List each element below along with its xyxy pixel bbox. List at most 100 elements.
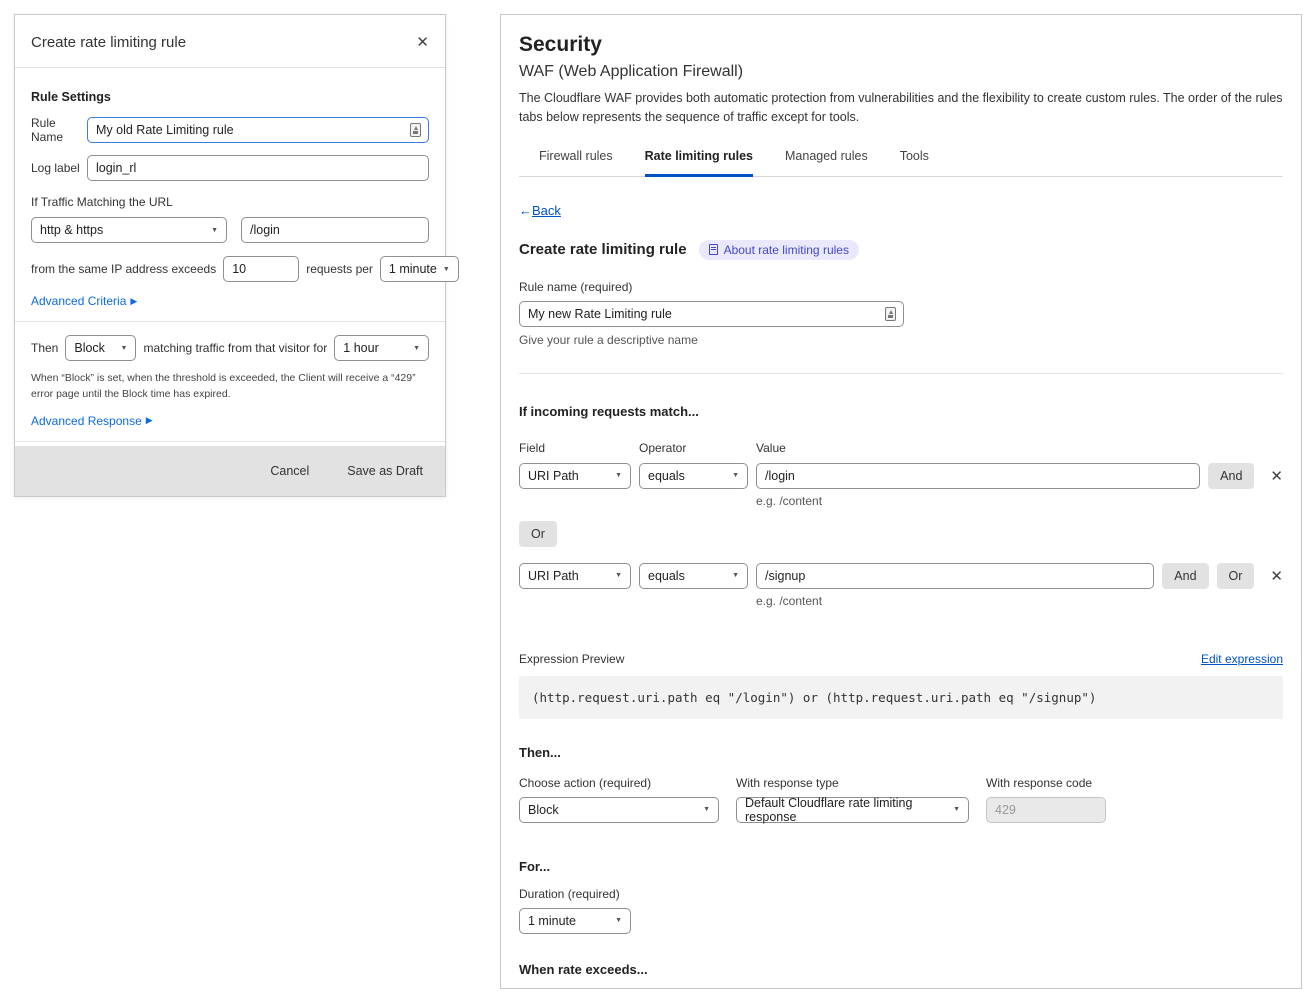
screenshot-canvas: Create rate limiting rule ✕ Rule Setting…: [0, 0, 1316, 1003]
then-row: Then Block ▼ matching traffic from that …: [31, 335, 429, 361]
rule-name-hint: Give your rule a descriptive name: [519, 333, 1283, 347]
log-label-input[interactable]: [87, 155, 429, 181]
response-type-select[interactable]: Default Cloudflare rate limiting respons…: [736, 797, 969, 823]
chevron-down-icon: ▼: [211, 227, 218, 234]
rule-name-row: Rule Name: [31, 116, 429, 144]
dialog-titlebar: Create rate limiting rule ✕: [15, 15, 445, 68]
block-duration-select[interactable]: 1 hour ▼: [334, 335, 429, 361]
expression-preview-label: Expression Preview: [519, 652, 624, 666]
doc-icon: [709, 244, 718, 255]
url-match-row: http & https ▼: [31, 217, 429, 243]
then-labels-row: Choose action (required) With response t…: [519, 776, 1283, 790]
edit-expression-link[interactable]: Edit expression: [1201, 652, 1283, 666]
threshold-prefix-text: from the same IP address exceeds: [31, 262, 216, 276]
log-label-row: Log label: [31, 155, 429, 181]
rule-name-input[interactable]: [519, 301, 904, 327]
then-section-title: Then...: [519, 745, 1283, 760]
response-type-label: With response type: [736, 776, 986, 790]
old-rate-limiting-dialog: Create rate limiting rule ✕ Rule Setting…: [14, 14, 446, 497]
tab-firewall-rules[interactable]: Firewall rules: [539, 143, 613, 176]
save-as-draft-button[interactable]: Save as Draft: [347, 464, 423, 478]
match-section-title: If incoming requests match...: [519, 404, 1283, 419]
caret-right-icon: ▶: [130, 296, 137, 307]
response-code-input: [986, 797, 1106, 823]
threshold-input[interactable]: [223, 256, 299, 282]
block-note-text: When “Block” is set, when the threshold …: [31, 371, 423, 403]
duration-select[interactable]: 1 minute ▼: [519, 908, 631, 934]
value-input[interactable]: [756, 463, 1200, 489]
chevron-down-icon: ▼: [732, 572, 739, 579]
value-column-label: Value: [756, 441, 786, 455]
advanced-response-link[interactable]: Advanced Response ▶: [31, 414, 153, 428]
form-title: Create rate limiting rule: [519, 241, 687, 258]
chevron-down-icon: ▼: [615, 572, 622, 579]
waf-security-panel: Security WAF (Web Application Firewall) …: [500, 14, 1302, 989]
then-label: Then: [31, 341, 58, 355]
action-select[interactable]: Block ▼: [65, 335, 136, 361]
threshold-row: from the same IP address exceeds request…: [31, 256, 429, 282]
response-code-label: With response code: [986, 776, 1092, 790]
value-hint: e.g. /content: [756, 494, 1283, 508]
rule-name-label: Rule Name: [31, 116, 87, 144]
or-button[interactable]: Or: [519, 521, 557, 547]
chevron-down-icon: ▼: [615, 472, 622, 479]
tab-tools[interactable]: Tools: [900, 143, 929, 176]
form-title-row: Create rate limiting rule About rate lim…: [519, 240, 1283, 260]
page-description: The Cloudflare WAF provides both automat…: [519, 89, 1283, 127]
tab-managed-rules[interactable]: Managed rules: [785, 143, 868, 176]
then-middle-text: matching traffic from that visitor for: [143, 341, 327, 355]
rule-name-label: Rule name (required): [519, 280, 1283, 294]
choose-action-select[interactable]: Block ▼: [519, 797, 719, 823]
operator-select[interactable]: equals ▼: [639, 463, 748, 489]
or-row: Or: [519, 521, 1283, 547]
field-select[interactable]: URI Path ▼: [519, 463, 631, 489]
divider: [15, 321, 445, 322]
page-subtitle: WAF (Web Application Firewall): [519, 63, 1283, 81]
dialog-footer: Cancel Save as Draft: [15, 446, 445, 496]
expression-code: (http.request.uri.path eq "/login") or (…: [519, 676, 1283, 719]
back-link[interactable]: ←Back: [519, 203, 561, 218]
rate-section-title: When rate exceeds...: [519, 962, 1283, 977]
field-column-label: Field: [519, 441, 639, 455]
dialog-title: Create rate limiting rule: [31, 34, 186, 51]
url-input[interactable]: [241, 217, 429, 243]
autofill-icon[interactable]: [885, 307, 896, 321]
rule-name-block: Rule name (required) Give your rule a de…: [519, 280, 1283, 347]
traffic-match-label: If Traffic Matching the URL: [31, 195, 429, 209]
for-section-title: For...: [519, 859, 1283, 874]
chevron-down-icon: ▼: [121, 345, 128, 352]
scheme-select[interactable]: http & https ▼: [31, 217, 227, 243]
advanced-criteria-link[interactable]: Advanced Criteria ▶: [31, 294, 137, 308]
dialog-body: Rule Settings Rule Name Log label If Tra…: [15, 68, 445, 469]
value-input[interactable]: [756, 563, 1154, 589]
value-hint: e.g. /content: [756, 594, 1283, 608]
and-button[interactable]: And: [1208, 463, 1254, 489]
and-button[interactable]: And: [1162, 563, 1208, 589]
operator-column-label: Operator: [639, 441, 756, 455]
chevron-down-icon: ▼: [703, 806, 710, 813]
arrow-left-icon: ←: [519, 203, 532, 218]
about-rate-limiting-badge[interactable]: About rate limiting rules: [699, 240, 859, 260]
chevron-down-icon: ▼: [443, 266, 450, 273]
duration-label: Duration (required): [519, 887, 1283, 901]
remove-condition-icon[interactable]: ✕: [1270, 467, 1283, 485]
log-label-label: Log label: [31, 161, 87, 175]
field-select[interactable]: URI Path ▼: [519, 563, 631, 589]
rule-settings-heading: Rule Settings: [31, 90, 429, 104]
or-button[interactable]: Or: [1217, 563, 1255, 589]
rule-name-input[interactable]: [87, 117, 429, 143]
chevron-down-icon: ▼: [413, 345, 420, 352]
chevron-down-icon: ▼: [732, 472, 739, 479]
remove-condition-icon[interactable]: ✕: [1270, 567, 1283, 585]
close-icon[interactable]: ✕: [416, 33, 429, 51]
tab-rate-limiting-rules[interactable]: Rate limiting rules: [645, 143, 753, 177]
page-title: Security: [519, 33, 1283, 57]
period-select[interactable]: 1 minute ▼: [380, 256, 459, 282]
cancel-button[interactable]: Cancel: [270, 464, 309, 478]
autofill-icon[interactable]: [410, 123, 421, 137]
choose-action-label: Choose action (required): [519, 776, 736, 790]
chevron-down-icon: ▼: [615, 917, 622, 924]
match-row: URI Path ▼ equals ▼ And ✕: [519, 463, 1283, 489]
match-column-headers: Field Operator Value: [519, 441, 1283, 455]
operator-select[interactable]: equals ▼: [639, 563, 748, 589]
